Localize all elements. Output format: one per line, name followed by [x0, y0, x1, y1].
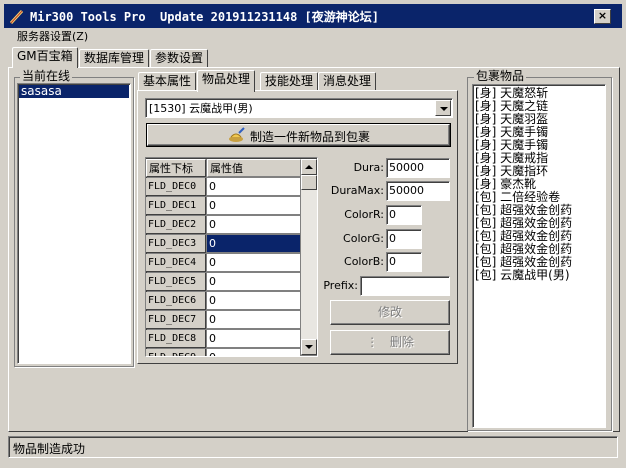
grid-cell-value[interactable]: 0: [207, 311, 301, 329]
grid-row[interactable]: FLD_DEC7 0: [146, 311, 301, 330]
status-text: 物品制造成功: [13, 442, 86, 456]
tab-database[interactable]: 数据库管理: [79, 49, 150, 68]
grid-cell-index: FLD_DEC5: [146, 273, 206, 291]
grid-cell-value[interactable]: 0: [207, 330, 301, 348]
item-select[interactable]: [1530] 云魔战甲(男): [145, 98, 453, 118]
grid-cell-value[interactable]: 0: [207, 273, 301, 291]
grid-cell-index: FLD_DEC1: [146, 197, 206, 215]
menu-server-settings[interactable]: 服务器设置(Z): [17, 29, 88, 45]
tab-label: 消息处理: [323, 74, 372, 88]
tab-label: GM百宝箱: [17, 49, 73, 63]
arrow-up-icon: [305, 165, 313, 169]
grid-cell-value[interactable]: 0: [207, 178, 301, 196]
grid-cell-value[interactable]: 0: [207, 197, 301, 215]
window-title: Mir300 Tools Pro Update 201911231148 [夜游…: [30, 10, 379, 24]
colorb-field[interactable]: 0: [386, 252, 422, 272]
item-select-value: [1530] 云魔战甲(男): [149, 102, 253, 115]
prefix-field[interactable]: [360, 276, 450, 296]
grid-row[interactable]: FLD_DEC0 0: [146, 178, 301, 197]
grid-cell-value[interactable]: 0: [207, 349, 301, 356]
tab-item-handling[interactable]: 物品处理: [197, 70, 256, 92]
grid-row[interactable]: FLD_DEC5 0: [146, 273, 301, 292]
player-item[interactable]: sasasa: [19, 85, 129, 98]
delete-button[interactable]: ⋮ 删除: [330, 330, 450, 355]
delete-icon: ⋮: [366, 335, 379, 349]
attribute-grid[interactable]: 属性下标 属性值 FLD_DEC0 0 FLD_DEC1 0 FLD_DEC2 0 FLD_…: [145, 157, 318, 357]
grid-cell-value[interactable]: 0: [207, 292, 301, 310]
modify-button[interactable]: 修改: [330, 300, 450, 325]
colorg-label: ColorG:: [343, 232, 384, 245]
grid-cell-index: FLD_DEC9: [146, 349, 206, 356]
grid-scrollbar[interactable]: [301, 159, 317, 355]
grid-cell-value[interactable]: 0: [207, 254, 301, 272]
online-player-list[interactable]: sasasa: [17, 83, 131, 364]
grid-row[interactable]: FLD_DEC90: [146, 349, 301, 356]
make-item-button[interactable]: 制造一件新物品到包裹: [146, 123, 451, 147]
colorr-field[interactable]: 0: [386, 205, 422, 225]
scroll-down-button[interactable]: [301, 339, 317, 355]
close-icon: ×: [597, 9, 608, 22]
grid-cell-index: FLD_DEC2: [146, 216, 206, 234]
grid-header-index: 属性下标: [146, 159, 206, 177]
grid-row[interactable]: FLD_DEC6 0: [146, 292, 301, 311]
broom-icon: [229, 127, 245, 142]
grid-cell-index: FLD_DEC0: [146, 178, 206, 196]
bag-list-item[interactable]: [包] 云魔战甲(男): [473, 269, 605, 282]
tab-label: 技能处理: [265, 74, 314, 88]
app-icon: [9, 9, 25, 25]
bag-item-list[interactable]: [身] 天魔怒斩 [身] 天魔之链 [身] 天魔羽盔 [身] 天魔手镯 [身] 天魔手镯…: [472, 84, 606, 428]
prefix-label: Prefix:: [323, 279, 358, 292]
make-item-label: 制造一件新物品到包裹: [250, 130, 371, 144]
grid-cell-index: FLD_DEC3: [146, 235, 206, 253]
grid-cell-index: FLD_DEC8: [146, 330, 206, 348]
duramax-field[interactable]: 50000: [386, 181, 450, 201]
tab-label: 基本属性: [143, 74, 192, 88]
close-button[interactable]: ×: [594, 9, 611, 24]
chevron-down-icon: [440, 107, 448, 111]
duramax-label: DuraMax:: [330, 184, 384, 197]
status-bar: 物品制造成功: [8, 436, 618, 458]
tab-settings[interactable]: 参数设置: [150, 49, 209, 68]
modify-label: 修改: [377, 305, 402, 319]
dropdown-button[interactable]: [435, 100, 451, 116]
colorg-field[interactable]: 0: [386, 229, 422, 249]
tab-label: 数据库管理: [84, 51, 145, 65]
tab-message-handling[interactable]: 消息处理: [318, 72, 377, 91]
grid-cell-value[interactable]: 0: [207, 235, 301, 253]
menu-bar: 服务器设置(Z): [0, 29, 626, 45]
scroll-thumb[interactable]: [301, 175, 317, 190]
tab-skill-handling[interactable]: 技能处理: [260, 72, 319, 91]
dura-label: Dura:: [353, 161, 384, 174]
bag-group-title: 包裹物品: [474, 69, 527, 83]
grid-header-value: 属性值: [207, 159, 301, 177]
online-group-title: 当前在线: [20, 69, 73, 83]
delete-label: 删除: [389, 335, 414, 349]
grid-cell-index: FLD_DEC4: [146, 254, 206, 272]
tab-basic-attributes[interactable]: 基本属性: [138, 72, 197, 91]
grid-cell-value[interactable]: 0: [207, 216, 301, 234]
tab-label: 物品处理: [202, 72, 251, 86]
tab-gm-toolbox[interactable]: GM百宝箱: [12, 47, 78, 68]
grid-cell-index: FLD_DEC6: [146, 292, 206, 310]
grid-row[interactable]: FLD_DEC3 0: [146, 235, 301, 254]
arrow-down-icon: [305, 345, 313, 349]
grid-row[interactable]: FLD_DEC2 0: [146, 216, 301, 235]
dura-field[interactable]: 50000: [386, 158, 450, 178]
colorb-label: ColorB:: [344, 255, 384, 268]
tab-label: 参数设置: [155, 51, 204, 65]
scroll-up-button[interactable]: [301, 159, 317, 175]
colorr-label: ColorR:: [344, 208, 384, 221]
grid-row[interactable]: FLD_DEC1 0: [146, 197, 301, 216]
grid-cell-index: FLD_DEC7: [146, 311, 206, 329]
grid-header-row: 属性下标 属性值: [146, 159, 301, 178]
grid-row[interactable]: FLD_DEC4 0: [146, 254, 301, 273]
grid-row[interactable]: FLD_DEC8 0: [146, 330, 301, 349]
